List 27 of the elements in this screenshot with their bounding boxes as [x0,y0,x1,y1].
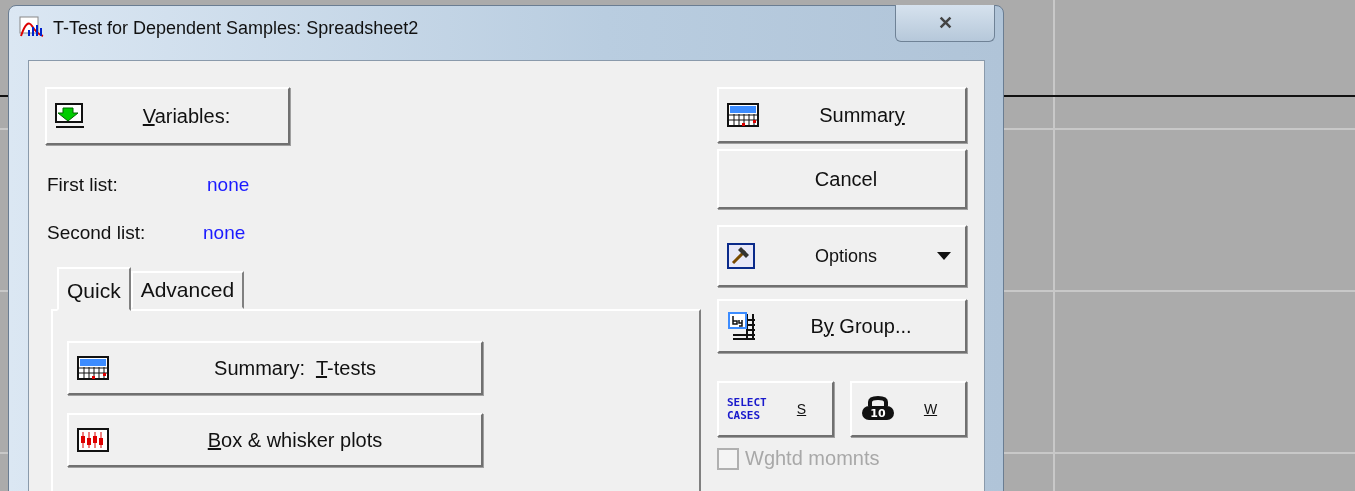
select-cases-icon: SELECT CASES [727,396,771,422]
list-label: Second list: [47,222,147,244]
options-dropdown[interactable]: Options [717,225,967,287]
list-value: none [207,174,250,196]
weight-button[interactable]: 10 W [850,381,967,437]
by-group-icon [727,311,757,341]
window-title: T-Test for Dependent Samples: Spreadsheet2 [53,17,419,40]
close-button[interactable]: ✕ [895,5,995,42]
dialog-button[interactable]: Summary [717,87,967,143]
box-plots-button[interactable]: Box & whisker plots [67,413,483,467]
list-label: First list: [47,174,119,196]
dialog-button[interactable]: By Group... [717,299,967,353]
box-plot-icon [77,428,109,452]
select-cases-button[interactable]: SELECT CASES S [717,381,834,437]
checkbox-label: Wghtd momnts [745,447,880,470]
table-icon [727,103,759,127]
variables-button[interactable]: Variables: [45,87,290,145]
chart-icon [19,16,45,38]
variables-icon [55,103,85,129]
dialog-button[interactable]: Cancel [717,149,967,209]
table-icon [77,356,109,380]
tab[interactable]: Quick [57,267,131,311]
hammer-icon [727,243,755,269]
tab[interactable]: Advanced [130,271,245,309]
summary-button[interactable]: Summary: T-tests [67,341,483,395]
list-value: none [203,222,246,244]
caret-icon [937,252,951,260]
